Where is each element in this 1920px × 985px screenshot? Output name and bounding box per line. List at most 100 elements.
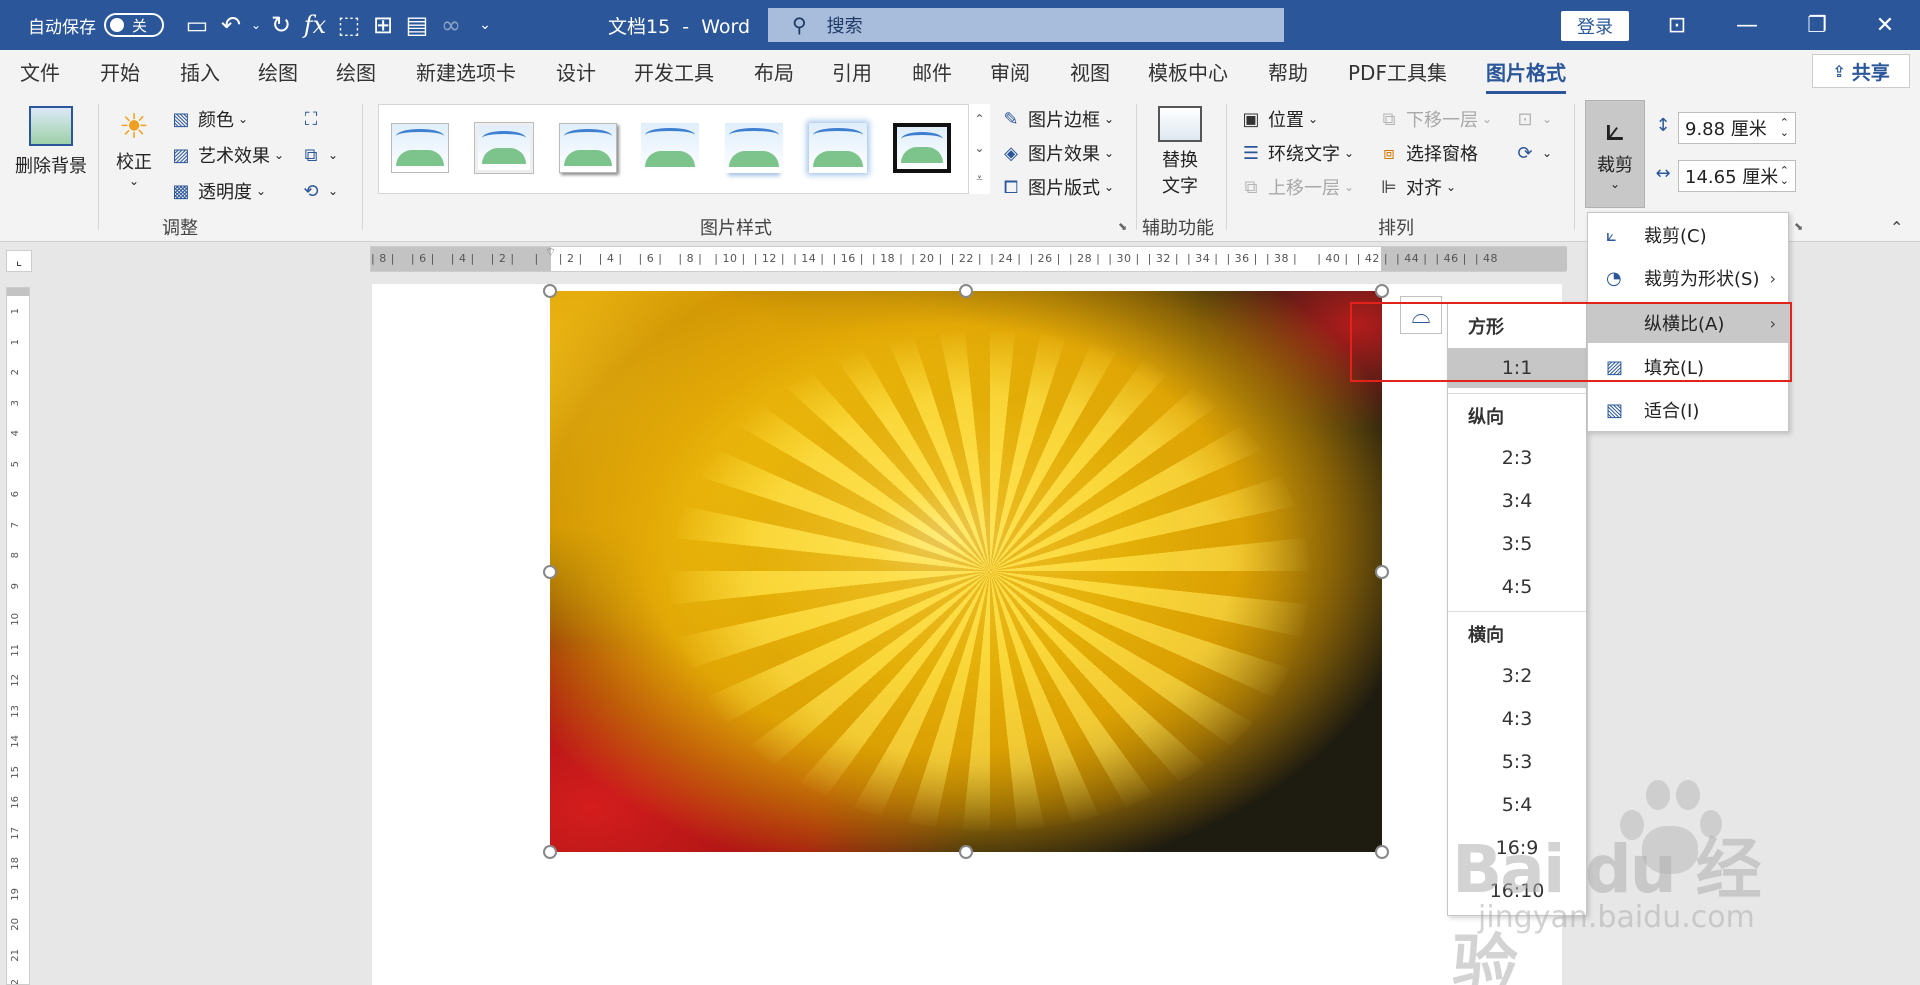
resize-handle[interactable] <box>959 284 973 298</box>
select-icon[interactable]: ⬚ <box>332 0 366 50</box>
style-thumb[interactable] <box>809 123 867 173</box>
ratio-item-3-5[interactable]: 3:5 <box>1448 524 1586 564</box>
size-launcher-icon[interactable]: ⬊ <box>1794 220 1803 233</box>
tab-new[interactable]: 新建选项卡 <box>416 50 516 96</box>
tab-home[interactable]: 开始 <box>100 50 140 96</box>
spinner-icon[interactable]: ⌃ ⌄ <box>1780 117 1789 138</box>
undo-dropdown-icon[interactable]: ⌄ <box>248 0 264 50</box>
minimize-icon[interactable]: — <box>1712 0 1782 50</box>
position-button[interactable]: ▣ 位置 ⌄ <box>1238 106 1318 132</box>
transparency-button[interactable]: ▩ 透明度 ⌄ <box>168 178 266 204</box>
remove-background-button[interactable]: 删除背景 <box>12 106 90 178</box>
resize-handle[interactable] <box>959 845 973 859</box>
style-thumb[interactable] <box>893 123 951 173</box>
ratio-item-3-4[interactable]: 3:4 <box>1448 481 1586 521</box>
save-icon[interactable]: ▭ <box>180 0 214 50</box>
scroll-up-icon[interactable]: ⌃ <box>974 112 984 126</box>
resize-handle[interactable] <box>1375 284 1389 298</box>
crop-menu-item-fit[interactable]: ▧ 适合(I) <box>1588 390 1788 430</box>
correct-button[interactable]: ☀ 校正 ⌄ <box>108 106 160 188</box>
redo-icon[interactable]: ↻ <box>264 0 298 50</box>
wrap-text-icon: ☰ <box>1242 142 1260 164</box>
reset-picture-icon: ⟲ <box>303 180 319 202</box>
style-thumb[interactable] <box>391 123 449 173</box>
search-icon: ⚲ <box>792 13 807 37</box>
tab-layout[interactable]: 布局 <box>754 50 794 96</box>
send-backward-button: ⧉ 下移一层 ⌄ <box>1376 106 1493 132</box>
style-thumb[interactable] <box>559 123 617 173</box>
style-thumb[interactable] <box>725 123 783 173</box>
ratio-item-2-3[interactable]: 2:3 <box>1448 438 1586 478</box>
crop-menu-item-crop[interactable]: ⟀ 裁剪(C) <box>1588 215 1788 255</box>
crop-button[interactable]: ⟀ 裁剪 ⌄ <box>1585 100 1645 208</box>
picture-styles-launcher-icon[interactable]: ⬊ <box>1118 220 1127 233</box>
tab-insert[interactable]: 插入 <box>180 50 220 96</box>
gallery-more-icon[interactable]: ⩡ <box>976 171 983 186</box>
ribbon-display-icon[interactable]: ⊡ <box>1642 0 1712 50</box>
document-icon[interactable]: ▤ <box>400 0 434 50</box>
tab-review[interactable]: 审阅 <box>990 50 1030 96</box>
wrap-text-button[interactable]: ☰ 环绕文字 ⌄ <box>1238 140 1354 166</box>
art-effect-label: 艺术效果 <box>198 146 270 167</box>
autosave-control[interactable]: 自动保存 关 <box>28 0 164 50</box>
search-box[interactable]: ⚲ 搜索 <box>768 8 1284 42</box>
resize-handle[interactable] <box>543 845 557 859</box>
customize-qat-icon[interactable]: ⌄ <box>468 0 502 50</box>
crop-menu-label: 适合(I) <box>1644 401 1700 422</box>
tab-developer[interactable]: 开发工具 <box>634 50 714 96</box>
picture-layout-button[interactable]: ⧠ 图片版式 ⌄ <box>998 174 1114 200</box>
tab-pdf-tools[interactable]: PDF工具集 <box>1348 50 1447 96</box>
indent-marker-icon[interactable]: ⌔ <box>545 245 556 260</box>
tab-help[interactable]: 帮助 <box>1268 50 1308 96</box>
ratio-item-4-5[interactable]: 4:5 <box>1448 567 1586 607</box>
ratio-item-3-2[interactable]: 3:2 <box>1448 656 1586 696</box>
tab-draw[interactable]: 绘图 <box>258 50 298 96</box>
resize-handle[interactable] <box>1375 845 1389 859</box>
tab-references[interactable]: 引用 <box>832 50 872 96</box>
art-effect-button[interactable]: ▨ 艺术效果 ⌄ <box>168 142 284 168</box>
ratio-item-4-3[interactable]: 4:3 <box>1448 699 1586 739</box>
tab-draw-2[interactable]: 绘图 <box>336 50 376 96</box>
tab-file[interactable]: 文件 <box>20 50 60 96</box>
style-thumb[interactable] <box>475 123 533 173</box>
align-label: 对齐 <box>1406 178 1442 199</box>
color-button[interactable]: ▧ 颜色 ⌄ <box>168 106 248 132</box>
close-icon[interactable]: ✕ <box>1850 0 1920 50</box>
chrysanthemum-photo[interactable] <box>550 291 1382 852</box>
shape-crop-icon: ◔ <box>1606 267 1622 289</box>
align-button[interactable]: ⊫ 对齐 ⌄ <box>1376 174 1456 200</box>
height-field[interactable]: 9.88 厘米 ⌃ ⌄ <box>1678 112 1796 144</box>
resize-handle[interactable] <box>543 565 557 579</box>
style-thumb[interactable] <box>641 123 699 173</box>
reset-picture-button[interactable]: ⟲ ⌄ <box>298 178 338 204</box>
login-button[interactable]: 登录 <box>1561 11 1629 41</box>
fx-icon[interactable]: fx <box>298 0 332 50</box>
picture-border-button[interactable]: ✎ 图片边框 ⌄ <box>998 106 1114 132</box>
crop-menu-item-crop-to-shape[interactable]: ◔ 裁剪为形状(S) › <box>1588 258 1788 298</box>
picture-effect-button[interactable]: ◈ 图片效果 ⌄ <box>998 140 1114 166</box>
width-icon: ↔ <box>1655 162 1671 184</box>
selection-pane-button[interactable]: ⧈ 选择窗格 <box>1376 140 1478 166</box>
restore-icon[interactable]: ❐ <box>1782 0 1852 50</box>
rotate-button[interactable]: ⟳ ⌄ <box>1512 140 1552 166</box>
spinner-icon[interactable]: ⌃ ⌄ <box>1780 165 1789 186</box>
tab-selector-icon[interactable]: ⌞ <box>6 250 32 272</box>
share-button[interactable]: ⇪ 共享 <box>1812 54 1910 88</box>
tab-picture-format[interactable]: 图片格式 <box>1486 50 1566 96</box>
alt-text-label-1: 替换 <box>1162 150 1198 171</box>
tab-view[interactable]: 视图 <box>1070 50 1110 96</box>
change-picture-button[interactable]: ⧉ ⌄ <box>298 142 339 168</box>
scroll-down-icon[interactable]: ⌄ <box>974 141 984 155</box>
org-chart-icon[interactable]: ⊞ <box>366 0 400 50</box>
tab-template-center[interactable]: 模板中心 <box>1148 50 1228 96</box>
autosave-toggle[interactable]: 关 <box>104 13 164 37</box>
undo-icon[interactable]: ↶ <box>214 0 248 50</box>
compress-pictures-button[interactable]: ⛶ <box>298 106 328 132</box>
collapse-ribbon-icon[interactable]: ⌃ <box>1890 218 1903 237</box>
width-field[interactable]: 14.65 厘米 ⌃ ⌄ <box>1678 160 1796 192</box>
tab-design[interactable]: 设计 <box>556 50 596 96</box>
resize-handle[interactable] <box>1375 565 1389 579</box>
tab-mailings[interactable]: 邮件 <box>912 50 952 96</box>
resize-handle[interactable] <box>543 284 557 298</box>
alt-text-button[interactable]: 替换 文字 <box>1150 106 1210 198</box>
